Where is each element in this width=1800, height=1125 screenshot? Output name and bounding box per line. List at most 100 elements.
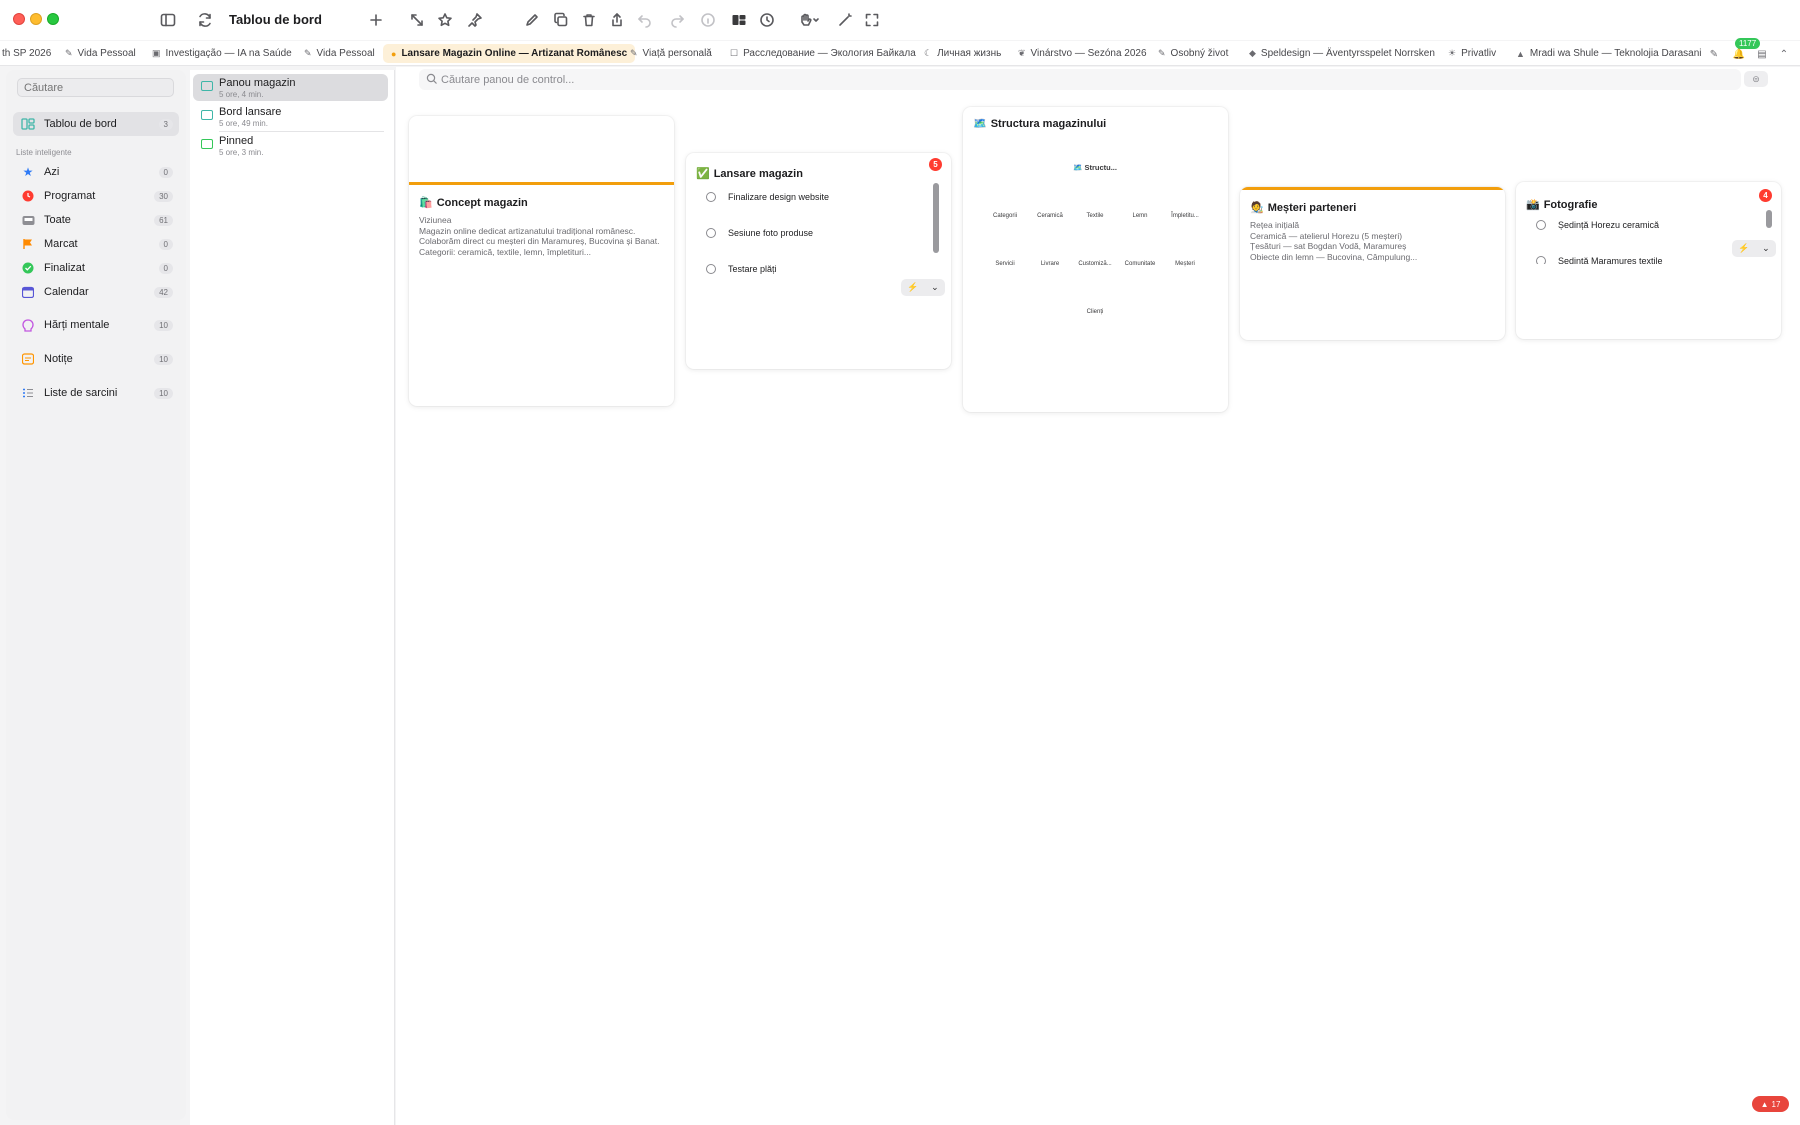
sidebar-item-count: 42 — [154, 286, 173, 298]
sidebar-item-completed[interactable]: Finalizat 0 — [13, 256, 179, 280]
pin-icon[interactable] — [464, 9, 486, 31]
sidebar-item-task-lists[interactable]: Liste de sarcini 10 — [13, 381, 179, 405]
hand-tool-icon[interactable] — [794, 9, 824, 31]
mindmap-node[interactable]: Customiză... — [1078, 261, 1111, 267]
chevron-down-icon[interactable]: ⌄ — [1762, 243, 1770, 254]
sidebar-item-mind-maps[interactable]: Hărți mentale 10 — [13, 313, 179, 337]
card-line: Colaborăm direct cu meșteri din Maramure… — [419, 236, 660, 246]
trash-icon[interactable] — [578, 9, 600, 31]
add-icon[interactable] — [365, 9, 387, 31]
tab-icon: ✎ — [630, 48, 638, 58]
task-checkbox[interactable] — [1536, 256, 1546, 264]
tab[interactable]: ◆ Speldesign — Äventyrsspelet Norrsken — [1245, 44, 1439, 63]
mindmap-node[interactable]: Servicii — [995, 261, 1014, 267]
sidebar-search-input[interactable] — [17, 78, 174, 97]
tab-active[interactable]: ● Lansare Magazin Online — Artizanat Româ… — [383, 44, 636, 63]
mindmap-node[interactable]: Comunitate — [1125, 261, 1156, 267]
tab[interactable]: ✎ Vida Pessoal — [300, 44, 379, 63]
history-icon[interactable] — [756, 9, 778, 31]
task-checkbox[interactable] — [706, 228, 716, 238]
fullscreen-icon[interactable] — [861, 9, 883, 31]
minimize-window-button[interactable] — [30, 13, 42, 25]
share-icon[interactable] — [606, 9, 628, 31]
tab[interactable]: th SP 2026 — [0, 44, 55, 63]
mindmap-node[interactable]: Categorii — [993, 213, 1017, 219]
mindmap-node[interactable]: Livrare — [1041, 261, 1059, 267]
document-item[interactable]: Panou magazin 5 ore, 4 min. — [193, 74, 388, 101]
expand-icon[interactable] — [406, 9, 428, 31]
card-launch[interactable]: ✅ Lansare magazin 5 Finalizare design web… — [686, 153, 951, 369]
dashboard-canvas[interactable]: Căutare panou de control... ⊜ 🛍️ Concept … — [396, 67, 1800, 1125]
card-photo[interactable]: 📸 Fotografie 4 Ședință Horezu ceramică Șe… — [1516, 182, 1781, 339]
sidebar-item-dashboard[interactable]: Tablou de bord 3 — [13, 112, 179, 136]
document-item[interactable]: Bord lansare 5 ore, 49 min. — [193, 103, 388, 130]
sidebar-item-today[interactable]: ★ Azi 0 — [13, 160, 179, 184]
layout-icon[interactable] — [728, 9, 750, 31]
mindmap-node[interactable]: Clienți — [1087, 309, 1104, 315]
task-checkbox[interactable] — [1536, 220, 1546, 230]
task-item[interactable]: Finalizare design website — [706, 190, 829, 204]
info-icon[interactable] — [697, 9, 719, 31]
lightning-icon[interactable]: ⚡ — [1738, 243, 1749, 254]
sidebar-item-calendar[interactable]: Calendar 42 — [13, 280, 179, 304]
undo-icon[interactable] — [634, 9, 656, 31]
tab-icon: ▣ — [152, 48, 161, 58]
sidebar-item-scheduled[interactable]: Programat 30 — [13, 184, 179, 208]
mindmap-node[interactable]: Textile — [1086, 213, 1103, 219]
chevron-up-icon[interactable]: ⌃ — [1776, 46, 1792, 62]
scrollbar[interactable] — [933, 183, 939, 253]
document-item[interactable]: Pinned 5 ore, 3 min. — [193, 132, 388, 159]
mindmap-root-node[interactable]: 🗺️ Structu... — [1073, 163, 1117, 172]
filter-icon[interactable]: ⊜ — [1744, 71, 1768, 87]
chevron-down-icon[interactable]: ⌄ — [931, 282, 939, 293]
tab-overflow-icon[interactable]: ✎ — [1706, 46, 1722, 62]
mindmap-node[interactable]: Împletitu... — [1171, 213, 1199, 219]
task-item[interactable]: Testare plăți — [706, 262, 777, 276]
tab[interactable]: ✎ Viață personală — [626, 44, 716, 63]
tab[interactable]: ☀ Privatliv — [1444, 44, 1500, 63]
sidebar-item-flagged[interactable]: Marcat 0 — [13, 232, 179, 256]
mindmap-node[interactable]: Ceramică — [1037, 213, 1063, 219]
sidebar-item-label: Azi — [44, 166, 60, 178]
sync-icon[interactable] — [194, 9, 216, 31]
checklist-icon — [21, 386, 35, 400]
tab[interactable]: ▲ Mradi wa Shule — Teknolojia Darasani — [1512, 44, 1706, 63]
sidebar-item-notes[interactable]: Notițe 10 — [13, 347, 179, 371]
card-structure[interactable]: 🗺️ Structura magazinului 🗺️ Structu... Ca… — [963, 107, 1228, 412]
sidebar-toggle-icon[interactable] — [157, 9, 179, 31]
canvas-search-placeholder: Căutare panou de control... — [441, 73, 575, 86]
lightning-icon[interactable]: ⚡ — [907, 282, 918, 293]
task-item[interactable]: Ședință Horezu ceramică — [1536, 218, 1659, 232]
map-icon: 🗺️ — [973, 118, 987, 130]
tab[interactable]: ✎ Osobný život — [1154, 44, 1232, 63]
star-icon[interactable] — [434, 9, 456, 31]
card-concept[interactable]: 🛍️ Concept magazin Viziunea Magazin onlin… — [409, 116, 674, 406]
duplicate-icon[interactable] — [550, 9, 572, 31]
tab[interactable]: ☐ Расследование — Экология Байкала — [726, 44, 920, 63]
checkmark-icon: ✅ — [696, 168, 710, 180]
card-line: Țesături — sat Bogdan Vodă, Maramureș — [1250, 241, 1407, 251]
tab[interactable]: ▣ Investigação — IA na Saúde — [148, 44, 296, 63]
tray-icon — [21, 213, 35, 227]
alerts-button[interactable]: ▲ 17 — [1752, 1096, 1789, 1112]
task-checkbox[interactable] — [706, 264, 716, 274]
sidebar: Tablou de bord 3 Liste inteligente ★ Azi… — [6, 70, 186, 1120]
tab[interactable]: ❦ Vinárstvo — Sezóna 2026 — [1014, 44, 1151, 63]
scrollbar[interactable] — [1766, 210, 1772, 228]
canvas-search-input[interactable]: Căutare panou de control... — [419, 69, 1741, 90]
task-item[interactable]: Sesiune foto produse — [706, 226, 813, 240]
tab[interactable]: ☾ Личная жизнь — [920, 44, 1005, 63]
sidebar-item-count: 0 — [158, 262, 173, 274]
mindmap-node[interactable]: Meșteri — [1175, 261, 1195, 267]
pencil-icon[interactable] — [521, 9, 543, 31]
mindmap-node[interactable]: Lemn — [1132, 213, 1147, 219]
magic-wand-icon[interactable] — [834, 9, 856, 31]
zoom-window-button[interactable] — [47, 13, 59, 25]
task-checkbox[interactable] — [706, 192, 716, 202]
close-window-button[interactable] — [13, 13, 25, 25]
task-item[interactable]: Ședință Maramureș textile — [1536, 252, 1663, 264]
redo-icon[interactable] — [666, 9, 688, 31]
card-artisans[interactable]: 🧑‍🎨 Meșteri parteneri Rețea inițială Cera… — [1240, 187, 1505, 340]
tab[interactable]: ✎ Vida Pessoal — [61, 44, 140, 63]
sidebar-item-all[interactable]: Toate 61 — [13, 208, 179, 232]
